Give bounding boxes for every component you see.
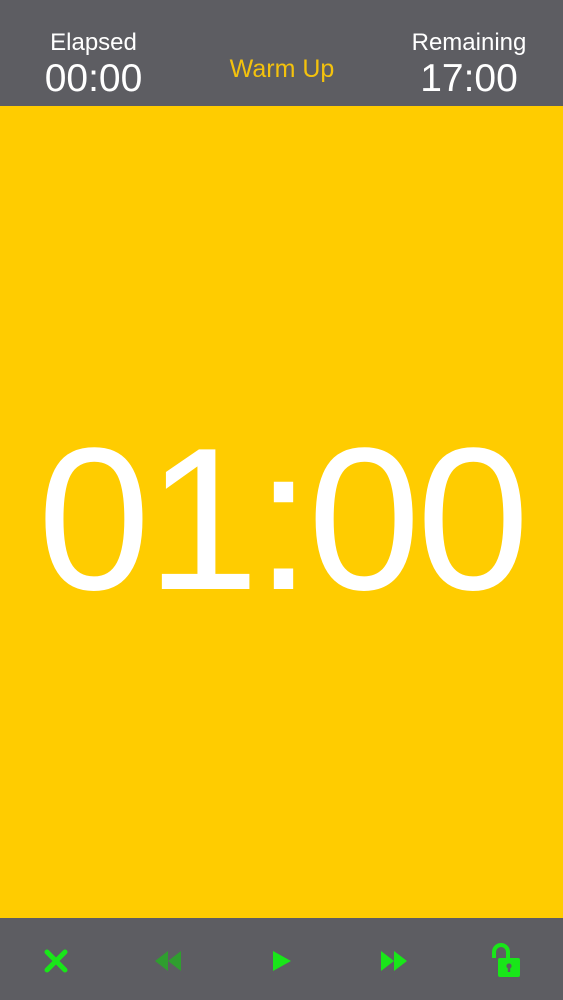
close-button[interactable]: [39, 944, 73, 978]
rewind-button[interactable]: [151, 944, 185, 978]
phase-name: Warm Up: [229, 55, 335, 83]
play-button[interactable]: [264, 944, 298, 978]
play-icon: [273, 951, 291, 971]
unlock-icon: [492, 943, 520, 977]
bottom-toolbar: [0, 918, 563, 1000]
remaining-time: 17:00: [420, 57, 518, 100]
interval-timer-screen: Elapsed 00:00 Warm Up Remaining 17:00 01…: [0, 0, 563, 1000]
rewind-icon: [155, 951, 181, 971]
elapsed-time: 00:00: [44, 57, 143, 100]
elapsed-stat: Elapsed 00:00: [36, 28, 151, 100]
timer-header: Elapsed 00:00 Warm Up Remaining 17:00: [0, 0, 563, 106]
fast-forward-icon: [381, 951, 407, 971]
close-icon: [44, 949, 68, 973]
elapsed-label: Elapsed: [50, 29, 137, 56]
countdown-display: 01:00: [37, 406, 530, 633]
countdown-area[interactable]: 01:00: [0, 106, 563, 918]
lock-toggle-button[interactable]: [489, 943, 523, 978]
fast-forward-button[interactable]: [377, 944, 411, 978]
remaining-label: Remaining: [411, 29, 527, 56]
remaining-stat: Remaining 17:00: [398, 28, 540, 100]
